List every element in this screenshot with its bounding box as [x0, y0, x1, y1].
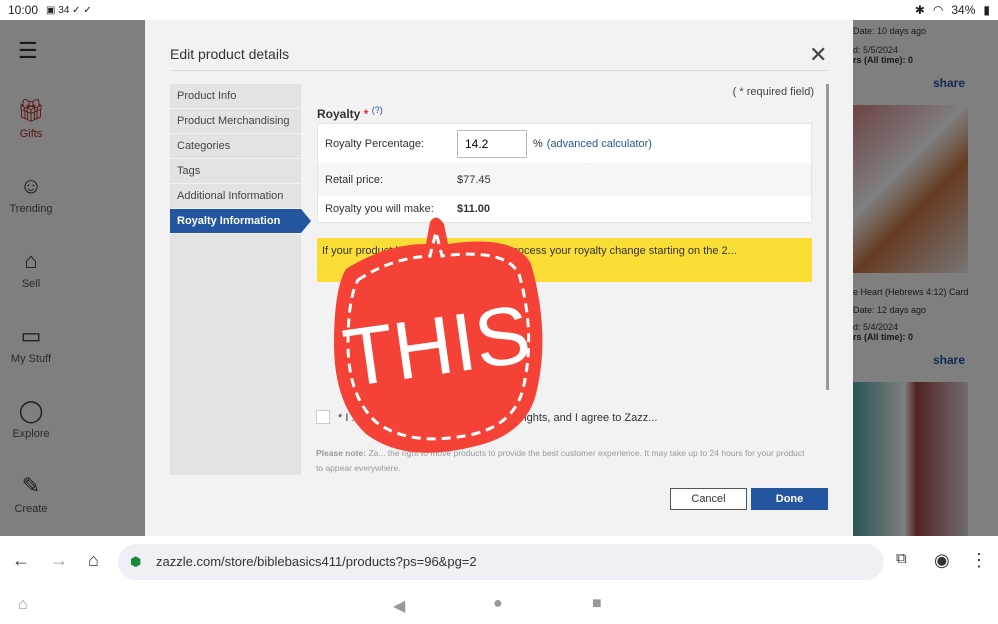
menu-item-additional-information[interactable]: Additional Information — [170, 184, 301, 209]
royalty-percentage-input[interactable] — [457, 129, 527, 158]
royalty-percentage-label: Royalty Percentage: — [325, 137, 425, 150]
menu-item-categories[interactable]: Categories — [170, 134, 301, 159]
scrollbar[interactable] — [826, 84, 829, 390]
home-nav-icon[interactable]: ● — [493, 595, 503, 613]
status-bar: 10:00 ▣ 34 ✓ ✓ ✱ ◠ 34% ▮ — [0, 0, 998, 20]
wifi-icon: ◠ — [932, 3, 944, 17]
bluetooth-icon: ✱ — [914, 3, 925, 17]
dialog-menu: Product Info Product Merchandising Categ… — [170, 84, 311, 475]
retail-price-value: $77.45 — [457, 173, 491, 186]
browser-bar: ← → ⌂ ⬢ zazzle.com/store/biblebasics411/p… — [0, 536, 998, 588]
battery-icon: ▮ — [983, 3, 990, 17]
url-text: zazzle.com/store/biblebasics411/products… — [156, 554, 477, 569]
royalty-percentage-row: Royalty Percentage: % (advanced calculat… — [318, 124, 811, 163]
recents-icon[interactable]: ■ — [592, 595, 602, 613]
retail-price-row: Retail price: $77.45 — [318, 163, 811, 196]
menu-item-product-info[interactable]: Product Info — [170, 84, 301, 109]
done-button[interactable]: Done — [751, 488, 828, 510]
required-note: ( * required field) — [732, 86, 814, 98]
menu-item-tags[interactable]: Tags — [170, 159, 301, 184]
cancel-button[interactable]: Cancel — [670, 488, 747, 510]
section-title: Royalty * (?) — [317, 105, 383, 121]
dialog-title: Edit product details — [170, 46, 290, 62]
retail-price-label: Retail price: — [325, 173, 384, 186]
account-icon[interactable]: ◉ — [934, 550, 950, 571]
menu-item-product-merchandising[interactable]: Product Merchandising — [170, 109, 301, 134]
section-title-text: Royalty — [317, 107, 361, 121]
advanced-calculator-link[interactable]: (advanced calculator) — [547, 138, 652, 150]
forward-icon[interactable]: → — [50, 550, 68, 571]
tabs-icon[interactable]: ⧉ — [896, 550, 907, 567]
system-nav: ⌂ ◀ ● ■ — [0, 588, 998, 624]
back-icon[interactable]: ← — [12, 550, 30, 571]
help-link[interactable]: (?) — [372, 105, 383, 115]
menu-item-royalty-information[interactable]: Royalty Information — [170, 209, 311, 234]
home-icon[interactable]: ⌂ — [88, 550, 99, 571]
this-sticker: THIS — [334, 217, 543, 453]
more-icon[interactable]: ⋮ — [970, 550, 988, 571]
notification-icons: ▣ 34 ✓ ✓ — [46, 4, 92, 16]
secure-icon: ⬢ — [130, 554, 142, 569]
percent-sign: % — [533, 137, 543, 150]
back-nav-icon[interactable]: ◀ — [393, 596, 405, 616]
battery-level: 34% — [951, 3, 976, 17]
divider — [170, 70, 828, 71]
clock: 10:00 — [8, 3, 39, 17]
launcher-icon[interactable]: ⌂ — [18, 596, 28, 614]
url-bar[interactable]: ⬢ zazzle.com/store/biblebasics411/product… — [118, 544, 884, 580]
close-icon[interactable]: ✕ — [809, 42, 827, 68]
royalty-table: Royalty Percentage: % (advanced calculat… — [317, 123, 812, 223]
